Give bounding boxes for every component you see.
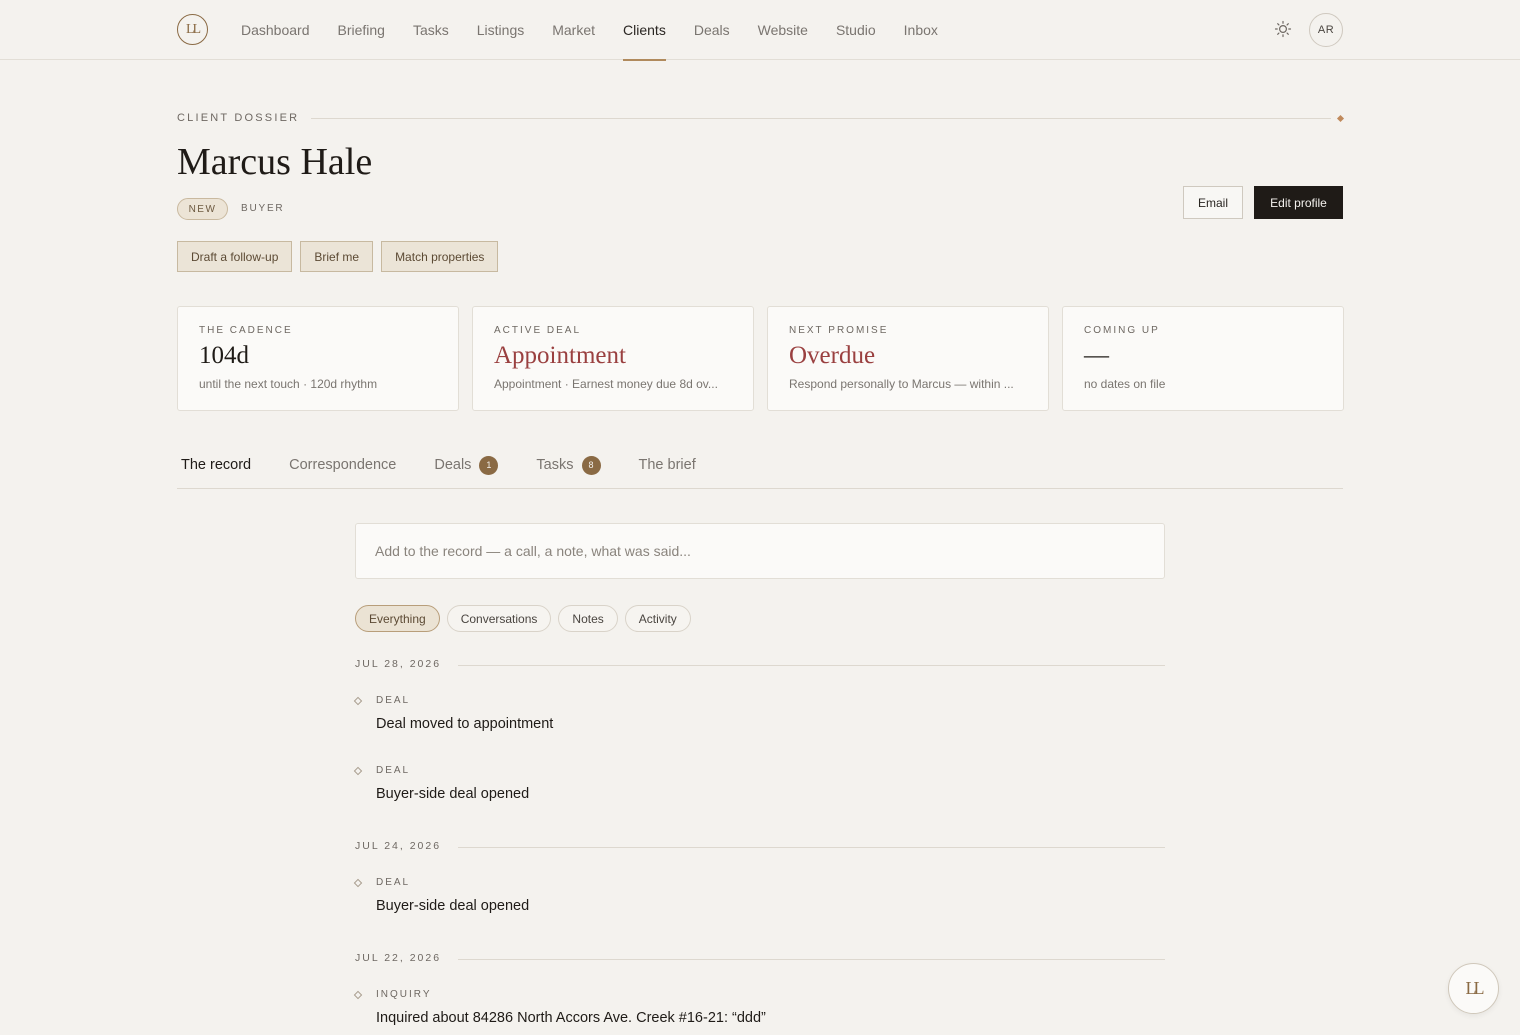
record-note-input[interactable] <box>355 523 1165 579</box>
eyebrow-label: CLIENT DOSSIER <box>177 112 300 124</box>
date-divider: JUL 24, 2026 <box>355 840 1165 854</box>
date-divider: JUL 28, 2026 <box>355 658 1165 672</box>
card-active-deal[interactable]: ACTIVE DEAL Appointment Appointment · Earn… <box>472 306 754 411</box>
filter-notes[interactable]: Notes <box>558 605 618 632</box>
card-value: — <box>1084 342 1109 369</box>
nav-item-dashboard[interactable]: Dashboard <box>241 0 310 60</box>
card-subtext: no dates on file <box>1084 377 1166 391</box>
tab-deals[interactable]: Deals 1 <box>430 446 502 484</box>
divider-line <box>458 847 1165 848</box>
tab-bar: The record Correspondence Deals 1 Tasks 8 The … <box>177 446 1343 489</box>
nav-item-deals[interactable]: Deals <box>694 0 730 60</box>
eyebrow-divider <box>311 118 1331 119</box>
event-text: Buyer-side deal opened <box>376 898 530 914</box>
nav-item-studio[interactable]: Studio <box>836 0 876 60</box>
card-subtext: until the next touch · 120d rhythm <box>199 377 378 391</box>
tab-tasks[interactable]: Tasks 8 <box>532 446 604 484</box>
edit-profile-button[interactable]: Edit profile <box>1254 186 1343 219</box>
event-type: INQUIRY <box>376 989 432 1000</box>
tab-the-brief[interactable]: The brief <box>635 446 700 484</box>
card-the-cadence[interactable]: THE CADENCE 104d until the next touch · 12… <box>177 306 459 411</box>
tab-label: The brief <box>638 457 696 473</box>
tab-label: The record <box>181 457 252 473</box>
nav-item-market[interactable]: Market <box>552 0 595 60</box>
card-label: NEXT PROMISE <box>789 325 889 336</box>
nav-item-tasks[interactable]: Tasks <box>413 0 449 60</box>
nav-item-inbox[interactable]: Inbox <box>904 0 938 60</box>
card-subtext: Appointment · Earnest money due 8d ov... <box>494 377 718 391</box>
event-type: DEAL <box>376 877 411 888</box>
divider-line <box>458 959 1165 960</box>
card-value: Appointment <box>494 342 626 369</box>
diamond-marker-icon <box>353 696 363 706</box>
nav-item-listings[interactable]: Listings <box>477 0 524 60</box>
draft-a-follow-up-button[interactable]: Draft a follow-up <box>177 241 293 272</box>
tab-the-record[interactable]: The record <box>177 446 255 484</box>
summary-cards: THE CADENCE 104d until the next touch · 12… <box>177 306 1344 411</box>
date-label: JUL 24, 2026 <box>355 840 442 852</box>
nav-links: Dashboard Briefing Tasks Listings Market Clie… <box>241 0 966 61</box>
tab-correspondence[interactable]: Correspondence <box>285 446 400 484</box>
filter-conversations[interactable]: Conversations <box>446 605 552 632</box>
brand-logo[interactable]: LL <box>177 14 208 45</box>
event-type: DEAL <box>376 695 411 706</box>
event-type: DEAL <box>376 765 411 776</box>
event-text: Inquired about 84286 North Accors Ave. C… <box>376 1010 766 1026</box>
card-label: THE CADENCE <box>199 325 293 336</box>
timeline-filters: Everything Conversations Notes Activity <box>355 605 698 632</box>
divider-line <box>458 665 1165 666</box>
tab-label: Deals <box>434 457 472 473</box>
sun-icon[interactable] <box>1274 20 1292 38</box>
quick-actions: Draft a follow-up Brief me Match propertie… <box>177 241 506 272</box>
tab-label: Tasks <box>536 457 574 473</box>
diamond-marker-icon <box>353 878 363 888</box>
diamond-marker-icon <box>353 990 363 1000</box>
card-coming-up[interactable]: COMING UP — no dates on file <box>1062 306 1344 411</box>
nav-item-clients[interactable]: Clients <box>623 0 666 61</box>
email-button[interactable]: Email <box>1183 186 1243 219</box>
diamond-marker-icon <box>353 766 363 776</box>
card-value: 104d <box>199 342 249 369</box>
client-role: BUYER <box>241 203 285 214</box>
event-text: Deal moved to appointment <box>376 716 554 732</box>
diamond-ornament-icon <box>1336 114 1345 123</box>
card-next-promise[interactable]: NEXT PROMISE Overdue Respond personally to… <box>767 306 1049 411</box>
tab-count-badge: 1 <box>479 455 499 475</box>
card-subtext: Respond personally to Marcus — within ..… <box>789 377 1014 391</box>
card-value: Overdue <box>789 342 876 369</box>
date-label: JUL 22, 2026 <box>355 952 442 964</box>
filter-activity[interactable]: Activity <box>624 605 691 632</box>
nav-item-briefing[interactable]: Briefing <box>338 0 385 60</box>
assistant-button[interactable]: LL <box>1448 963 1499 1014</box>
status-badge: NEW <box>177 198 228 220</box>
date-label: JUL 28, 2026 <box>355 658 442 670</box>
card-label: COMING UP <box>1084 325 1160 336</box>
nav-item-website[interactable]: Website <box>758 0 808 60</box>
event-text: Buyer-side deal opened <box>376 786 530 802</box>
tab-count-badge: 8 <box>581 455 601 475</box>
brief-me-button[interactable]: Brief me <box>300 241 374 272</box>
tab-label: Correspondence <box>289 457 397 473</box>
filter-everything[interactable]: Everything <box>355 605 440 632</box>
top-nav: LL Dashboard Briefing Tasks Listings Market C… <box>0 0 1520 61</box>
page-title: Marcus Hale <box>177 141 373 183</box>
card-label: ACTIVE DEAL <box>494 325 582 336</box>
match-properties-button[interactable]: Match properties <box>381 241 499 272</box>
date-divider: JUL 22, 2026 <box>355 952 1165 966</box>
avatar[interactable]: AR <box>1309 13 1343 47</box>
